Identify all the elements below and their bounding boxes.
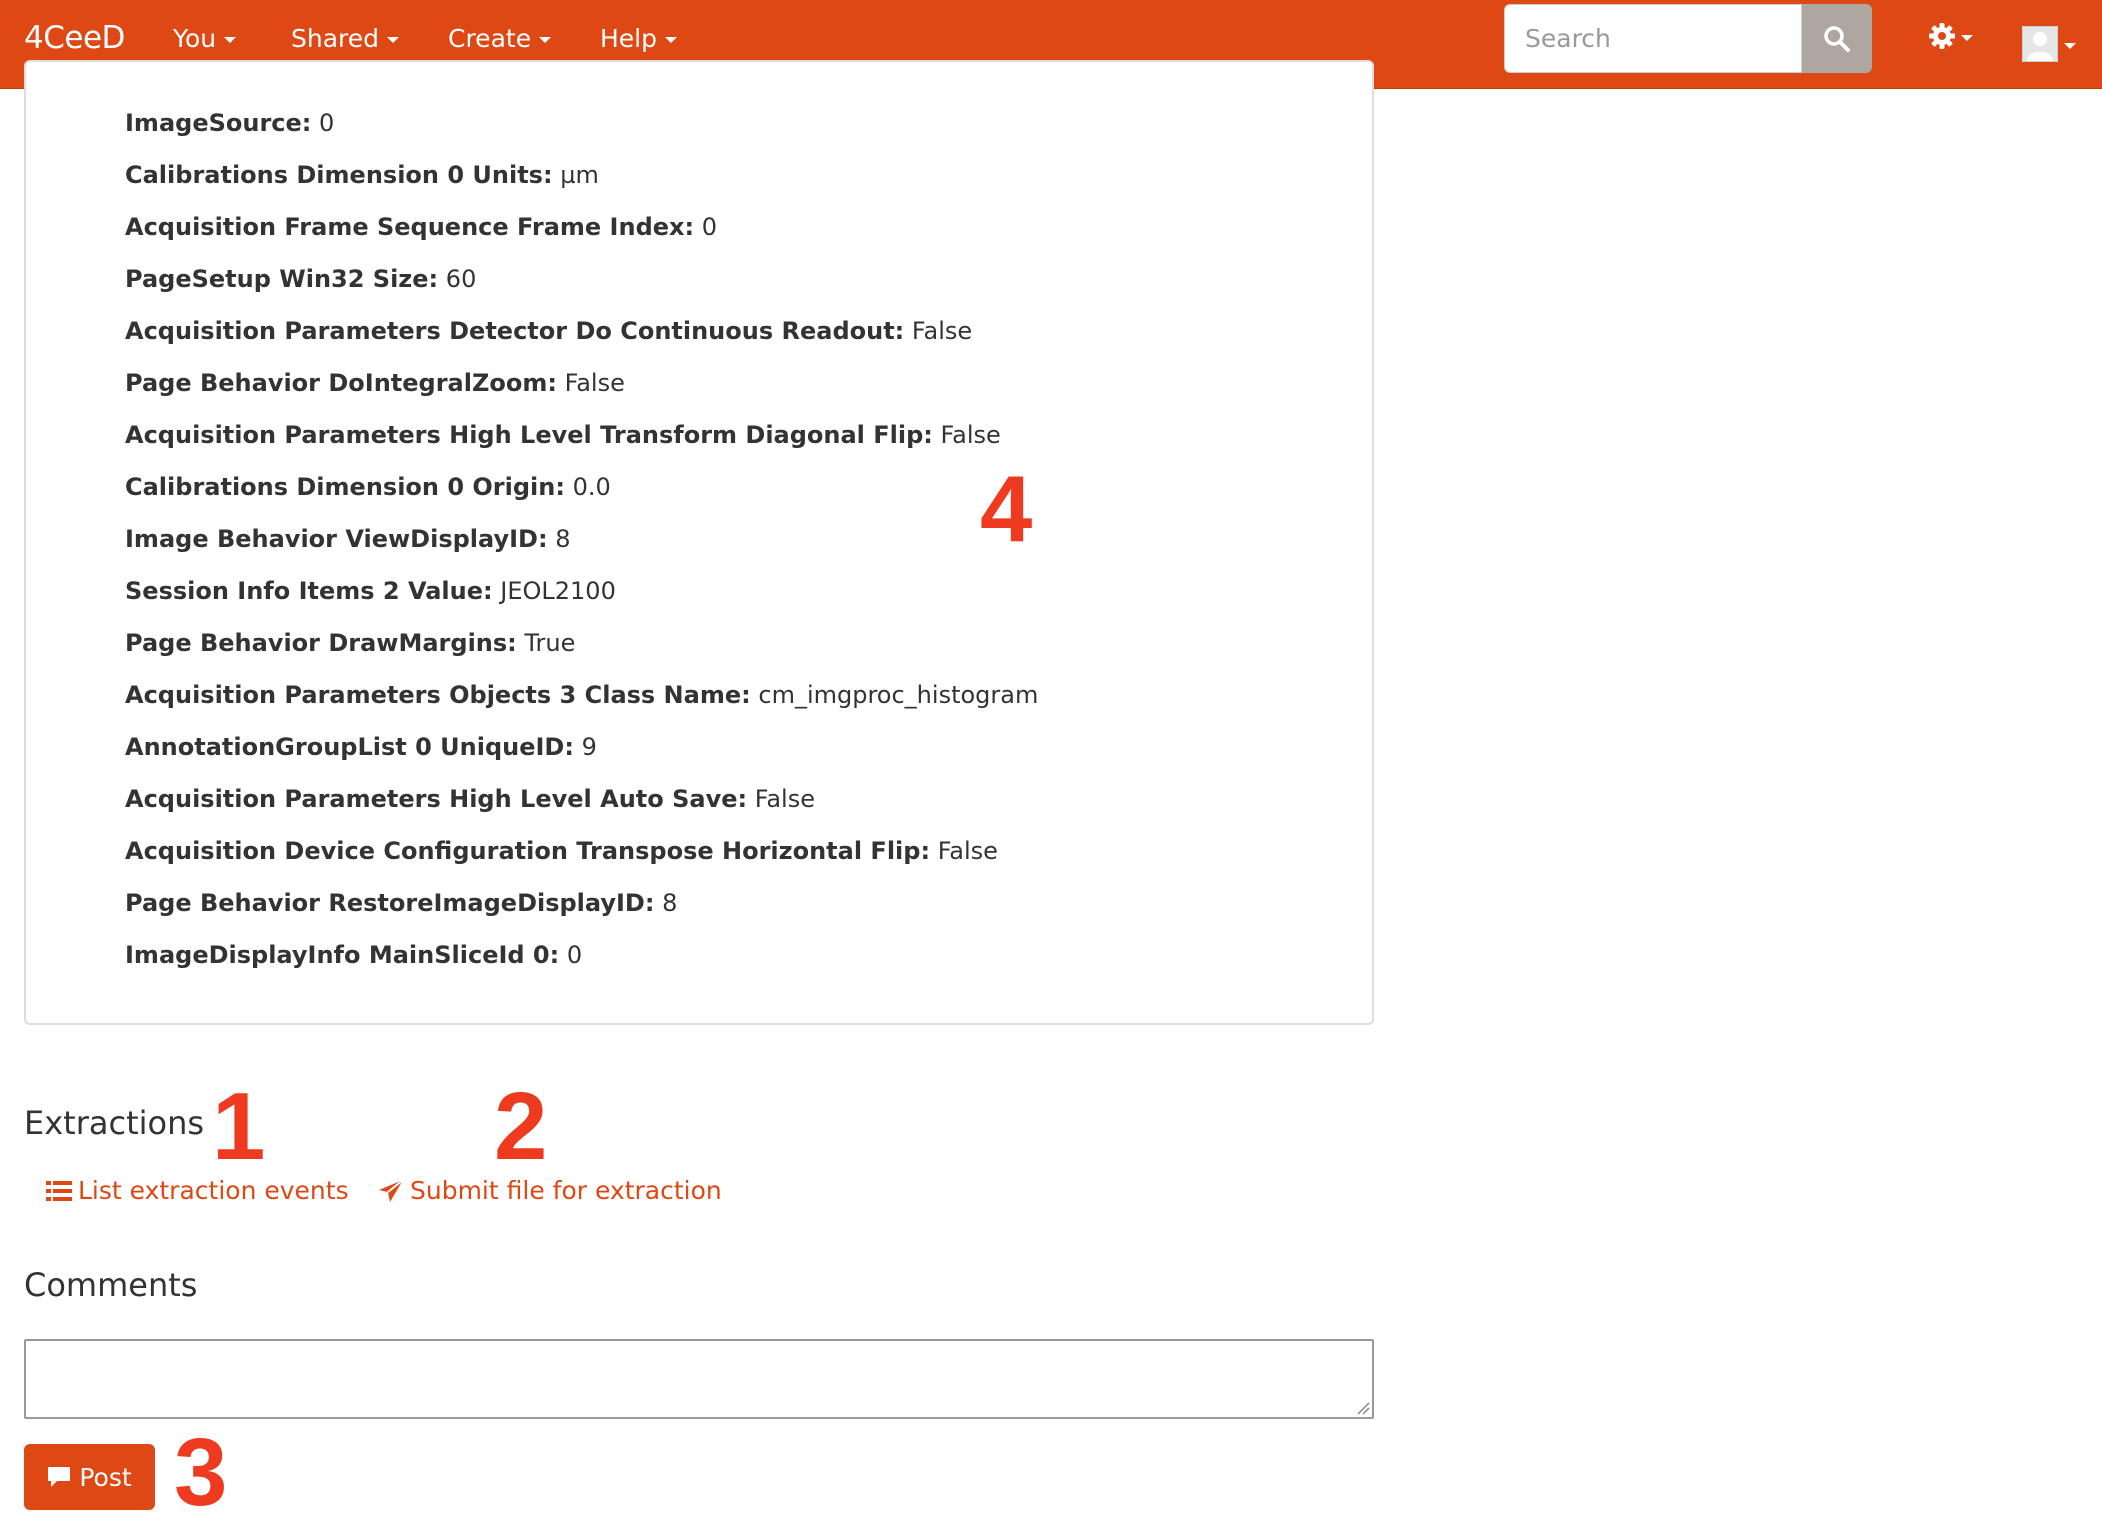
metadata-key: Acquisition Parameters High Level Transf…	[125, 421, 933, 449]
metadata-value: 0.0	[572, 473, 611, 501]
chevron-down-icon	[224, 37, 237, 43]
metadata-value: 0	[319, 109, 335, 137]
user-menu[interactable]	[2022, 26, 2076, 62]
list-extraction-events-label: List extraction events	[78, 1176, 349, 1205]
metadata-row: Acquisition Device Configuration Transpo…	[125, 833, 1038, 885]
metadata-row: Page Behavior RestoreImageDisplayID: 8	[125, 885, 1038, 937]
metadata-key: Session Info Items 2 Value:	[125, 577, 493, 605]
metadata-row: Acquisition Frame Sequence Frame Index: …	[125, 209, 1038, 261]
metadata-key: PageSetup Win32 Size:	[125, 265, 439, 293]
metadata-row: Calibrations Dimension 0 Origin: 0.0	[125, 469, 1038, 521]
metadata-value: cm_imgproc_histogram	[758, 681, 1039, 709]
metadata-row: Session Info Items 2 Value: JEOL2100	[125, 573, 1038, 625]
search-button[interactable]	[1802, 4, 1872, 73]
comment-textarea[interactable]	[24, 1339, 1374, 1419]
comments-heading: Comments	[24, 1266, 198, 1304]
chevron-down-icon	[539, 37, 552, 43]
post-comment-button[interactable]: Post	[24, 1444, 155, 1510]
brand-logo[interactable]: 4CeeD	[24, 20, 125, 56]
metadata-value: 60	[445, 265, 477, 293]
settings-menu[interactable]	[1928, 22, 1973, 50]
metadata-key: Page Behavior DoIntegralZoom:	[125, 369, 557, 397]
nav-menu-create-label: Create	[448, 24, 532, 53]
nav-menu-shared-label: Shared	[291, 24, 380, 53]
nav-menu-create[interactable]: Create	[448, 24, 552, 53]
chevron-down-icon	[2064, 42, 2076, 49]
metadata-key: Acquisition Parameters Detector Do Conti…	[125, 317, 905, 345]
metadata-key: Calibrations Dimension 0 Units:	[125, 161, 553, 189]
metadata-key: Acquisition Parameters High Level Auto S…	[125, 785, 748, 813]
resize-handle-icon[interactable]	[1356, 1401, 1370, 1415]
metadata-row: Page Behavior DoIntegralZoom: False	[125, 365, 1038, 417]
avatar-icon	[2022, 26, 2058, 62]
search-icon	[1824, 25, 1850, 52]
metadata-key: Image Behavior ViewDisplayID:	[125, 525, 548, 553]
metadata-list: ImageSource: 0 Calibrations Dimension 0 U…	[125, 105, 1038, 989]
chevron-down-icon	[665, 37, 677, 43]
list-icon	[46, 1180, 72, 1201]
metadata-value: 9	[581, 733, 597, 761]
metadata-row: AnnotationGroupList 0 UniqueID: 9	[125, 729, 1038, 781]
nav-menu-you-label: You	[173, 24, 217, 53]
metadata-row: Acquisition Parameters High Level Transf…	[125, 417, 1038, 469]
metadata-row: Calibrations Dimension 0 Units: µm	[125, 157, 1038, 209]
gear-icon	[1929, 23, 1955, 49]
metadata-key: Acquisition Device Configuration Transpo…	[125, 837, 931, 865]
metadata-value: False	[754, 785, 815, 813]
metadata-value: 0	[566, 941, 583, 969]
metadata-key: Page Behavior RestoreImageDisplayID:	[125, 889, 655, 917]
metadata-row: PageSetup Win32 Size: 60	[125, 261, 1038, 313]
metadata-value: False	[937, 837, 998, 865]
paper-plane-icon	[379, 1178, 404, 1202]
metadata-key: Calibrations Dimension 0 Origin:	[125, 473, 565, 501]
metadata-row: Acquisition Parameters Detector Do Conti…	[125, 313, 1038, 365]
list-extraction-events-link[interactable]: List extraction events	[46, 1176, 349, 1205]
metadata-value: 0	[701, 213, 718, 241]
submit-file-for-extraction-link[interactable]: Submit file for extraction	[378, 1176, 722, 1205]
metadata-key: AnnotationGroupList 0 UniqueID:	[125, 733, 574, 761]
metadata-key: ImageSource:	[125, 109, 312, 137]
metadata-value: JEOL2100	[500, 577, 616, 605]
chevron-down-icon	[387, 37, 400, 43]
metadata-key: Acquisition Parameters Objects 3 Class N…	[125, 681, 751, 709]
annotation-number-3: 3	[174, 1419, 228, 1526]
metadata-value: 8	[662, 889, 678, 917]
metadata-value: True	[524, 629, 576, 657]
metadata-value: 8	[555, 525, 571, 553]
annotation-number-4: 4	[980, 456, 1033, 561]
extractions-heading: Extractions	[24, 1104, 205, 1142]
metadata-value: µm	[560, 161, 599, 189]
nav-menu-shared[interactable]: Shared	[291, 24, 400, 53]
metadata-row: ImageDisplayInfo MainSliceId 0: 0	[125, 937, 1038, 989]
nav-menu-help-label: Help	[600, 24, 657, 53]
metadata-value: False	[940, 421, 1001, 449]
metadata-key: Page Behavior DrawMargins:	[125, 629, 517, 657]
nav-menu-help[interactable]: Help	[600, 24, 677, 53]
metadata-row: ImageSource: 0	[125, 105, 1038, 157]
metadata-value: False	[564, 369, 625, 397]
metadata-value: False	[911, 317, 973, 345]
nav-menu-you[interactable]: You	[173, 24, 237, 53]
search-form	[1504, 4, 1872, 73]
comment-icon	[48, 1467, 71, 1487]
metadata-key: Acquisition Frame Sequence Frame Index:	[125, 213, 695, 241]
metadata-row: Acquisition Parameters Objects 3 Class N…	[125, 677, 1038, 729]
post-button-label: Post	[79, 1462, 132, 1492]
search-input[interactable]	[1504, 4, 1802, 73]
metadata-row: Page Behavior DrawMargins: True	[125, 625, 1038, 677]
metadata-row: Acquisition Parameters High Level Auto S…	[125, 781, 1038, 833]
metadata-row: Image Behavior ViewDisplayID: 8	[125, 521, 1038, 573]
metadata-key: ImageDisplayInfo MainSliceId 0:	[125, 941, 560, 969]
submit-file-for-extraction-label: Submit file for extraction	[410, 1176, 722, 1205]
annotation-number-1: 1	[212, 1073, 266, 1180]
annotation-number-2: 2	[494, 1073, 548, 1180]
chevron-down-icon	[1961, 34, 1973, 41]
